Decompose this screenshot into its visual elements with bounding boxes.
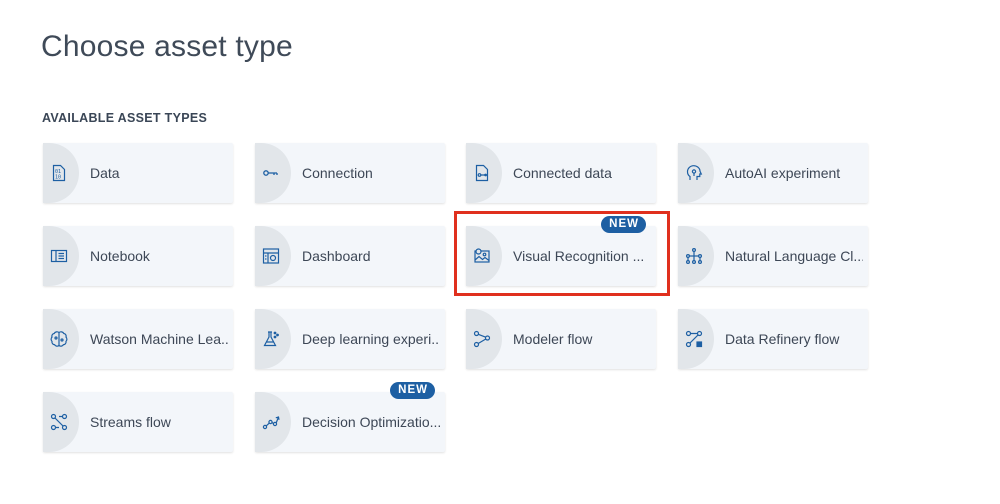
asset-tile-label: Data (90, 165, 120, 181)
asset-tile-label: Natural Language Cl... (725, 248, 863, 264)
nlc-icon (685, 247, 703, 265)
asset-tile-data[interactable]: 01 10 Data (43, 143, 233, 203)
asset-tile-autoai[interactable]: AutoAI experiment (678, 143, 868, 203)
visual-recognition-icon (473, 247, 491, 265)
asset-tile-data-refinery[interactable]: Data Refinery flow (678, 309, 868, 369)
asset-tile-connected-data[interactable]: Connected data (466, 143, 656, 203)
asset-tile-label: Modeler flow (513, 331, 593, 347)
asset-tile-modeler-flow[interactable]: Modeler flow (466, 309, 656, 369)
asset-tile-visual-recognition[interactable]: Visual Recognition ... NEW (466, 216, 656, 286)
asset-tile-label: Decision Optimizatio... (302, 414, 440, 430)
asset-tile-label: Data Refinery flow (725, 331, 840, 347)
brain-icon (50, 330, 68, 348)
svg-text:10: 10 (55, 175, 61, 181)
new-badge: NEW (390, 382, 435, 399)
data-file-icon: 01 10 (50, 164, 68, 182)
asset-tile-decision-optimization[interactable]: Decision Optimizatio... NEW (255, 382, 445, 452)
connected-data-icon (473, 164, 491, 182)
decision-optimization-icon (262, 413, 280, 431)
asset-tile-label: Deep learning experi... (302, 331, 440, 347)
dashboard-icon (262, 247, 280, 265)
asset-tile-label: Visual Recognition ... (513, 248, 645, 264)
asset-tile-connection[interactable]: Connection (255, 143, 445, 203)
asset-tile-streams-flow[interactable]: Streams flow (43, 392, 233, 452)
asset-tile-label: AutoAI experiment (725, 165, 841, 181)
asset-tile-watson-ml[interactable]: Watson Machine Lea... (43, 309, 233, 369)
connection-icon (262, 164, 280, 182)
flow-icon (473, 330, 491, 348)
asset-tile-label: Connected data (513, 165, 612, 181)
autoai-head-icon (685, 164, 703, 182)
asset-tile-notebook[interactable]: Notebook (43, 226, 233, 286)
new-badge: NEW (601, 216, 646, 233)
notebook-icon (50, 247, 68, 265)
asset-tile-label: Streams flow (90, 414, 171, 430)
refinery-flow-icon (685, 330, 703, 348)
asset-tile-label: Dashboard (302, 248, 371, 264)
asset-tile-dashboard[interactable]: Dashboard (255, 226, 445, 286)
section-label: AVAILABLE ASSET TYPES (42, 111, 208, 125)
asset-tile-deep-learning[interactable]: Deep learning experi... (255, 309, 445, 369)
asset-tile-label: Connection (302, 165, 373, 181)
asset-tile-natural-language[interactable]: Natural Language Cl... (678, 226, 868, 286)
asset-tile-label: Watson Machine Lea... (90, 331, 228, 347)
choose-asset-page: Choose asset type AVAILABLE ASSET TYPES … (0, 0, 1000, 504)
flask-icon (262, 330, 280, 348)
page-title: Choose asset type (41, 30, 293, 63)
streams-flow-icon (50, 413, 68, 431)
asset-tile-label: Notebook (90, 248, 150, 264)
